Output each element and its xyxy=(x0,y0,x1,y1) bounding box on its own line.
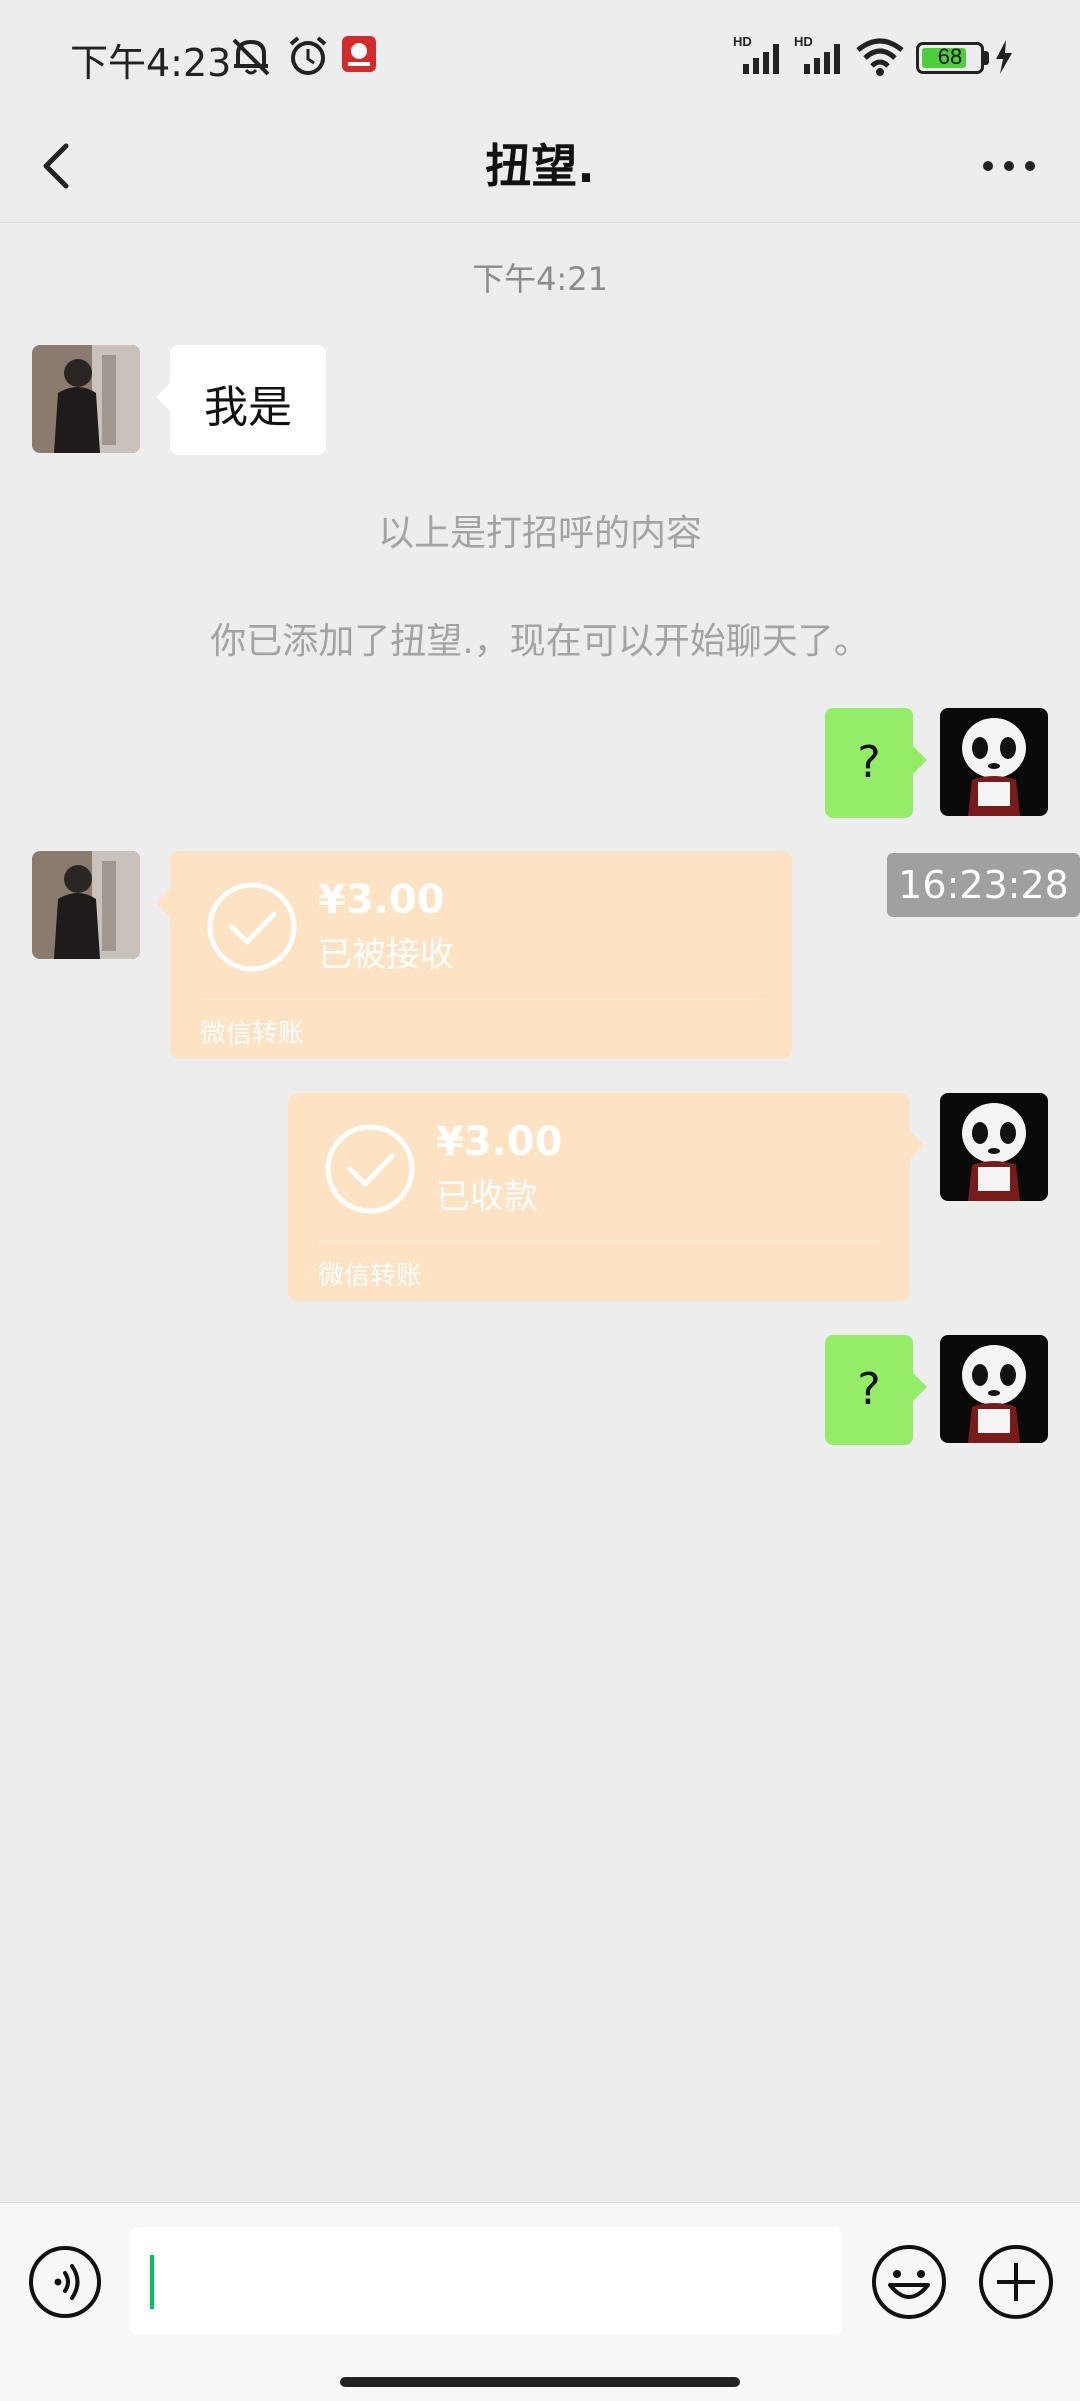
avatar-image xyxy=(940,1335,1048,1443)
transfer-status: 已收款 xyxy=(436,1177,538,1217)
contact-avatar[interactable] xyxy=(32,345,140,453)
transfer-received-card[interactable]: ¥3.00 已被接收 微信转账 xyxy=(156,851,792,1059)
message-input[interactable] xyxy=(130,2227,842,2335)
app-badge-icon xyxy=(342,36,376,72)
message-timestamp: 下午4:21 xyxy=(472,260,608,298)
emoji-icon xyxy=(872,2245,946,2319)
status-bar: 下午4:23 HD HD 68 xyxy=(0,0,1080,110)
contact-avatar[interactable] xyxy=(32,851,140,959)
svg-text:HD: HD xyxy=(794,34,813,49)
more-dots-icon xyxy=(983,161,1035,171)
chat-header: 扭望. xyxy=(0,110,1080,223)
wifi-icon xyxy=(856,38,904,76)
transfer-label: 微信转账 xyxy=(200,1019,305,1049)
text-caret xyxy=(150,2255,154,2309)
avatar-image xyxy=(32,851,140,959)
message-bubble-question[interactable]: ? xyxy=(825,708,927,818)
voice-icon xyxy=(29,2246,101,2318)
svg-text:HD: HD xyxy=(733,34,752,49)
my-avatar[interactable] xyxy=(940,1335,1048,1443)
mute-icon xyxy=(232,38,270,76)
friend-added-note: 你已添加了扭望.，现在可以开始聊天了。 xyxy=(210,621,870,662)
avatar-image xyxy=(940,708,1048,816)
avatar-image xyxy=(32,345,140,453)
alarm-icon xyxy=(289,36,327,75)
chat-title: 扭望. xyxy=(485,139,595,193)
signal-icon: HD xyxy=(733,34,779,74)
battery-level: 68 xyxy=(937,44,963,69)
transfer-divider xyxy=(200,999,762,1000)
transfer-sent-card[interactable]: ¥3.00 已收款 微信转账 xyxy=(288,1093,924,1301)
message-text: 我是 xyxy=(204,382,292,433)
my-avatar[interactable] xyxy=(940,1093,1048,1201)
battery-icon: 68 xyxy=(916,42,984,74)
plus-icon xyxy=(979,2245,1053,2319)
transfer-amount: ¥3.00 xyxy=(318,877,445,923)
message-bubble-greeting[interactable]: 我是 xyxy=(156,345,326,455)
transfer-amount: ¥3.00 xyxy=(436,1119,563,1165)
voice-button[interactable] xyxy=(28,2245,102,2319)
transfer-divider xyxy=(318,1241,880,1242)
more-button[interactable] xyxy=(974,138,1044,194)
check-circle-icon xyxy=(325,1124,415,1214)
status-time: 下午4:23 xyxy=(70,41,232,85)
emoji-button[interactable] xyxy=(870,2243,948,2321)
input-bar xyxy=(0,2202,1080,2401)
transfer-status: 已被接收 xyxy=(318,935,454,975)
time-badge: 16:23:28 xyxy=(887,853,1080,917)
message-bubble-question[interactable]: ? xyxy=(825,1335,927,1445)
greeting-note: 以上是打招呼的内容 xyxy=(377,513,702,554)
battery-tip xyxy=(984,51,989,65)
signal-icon-2: HD xyxy=(794,34,840,74)
charging-icon xyxy=(996,40,1012,74)
transfer-label: 微信转账 xyxy=(318,1261,423,1291)
avatar-image xyxy=(940,1093,1048,1201)
home-indicator[interactable] xyxy=(340,2377,740,2387)
my-avatar[interactable] xyxy=(940,708,1048,816)
check-circle-icon xyxy=(207,882,297,972)
message-text: ? xyxy=(857,737,881,788)
message-text: ? xyxy=(857,1364,881,1415)
more-functions-button[interactable] xyxy=(977,2243,1055,2321)
